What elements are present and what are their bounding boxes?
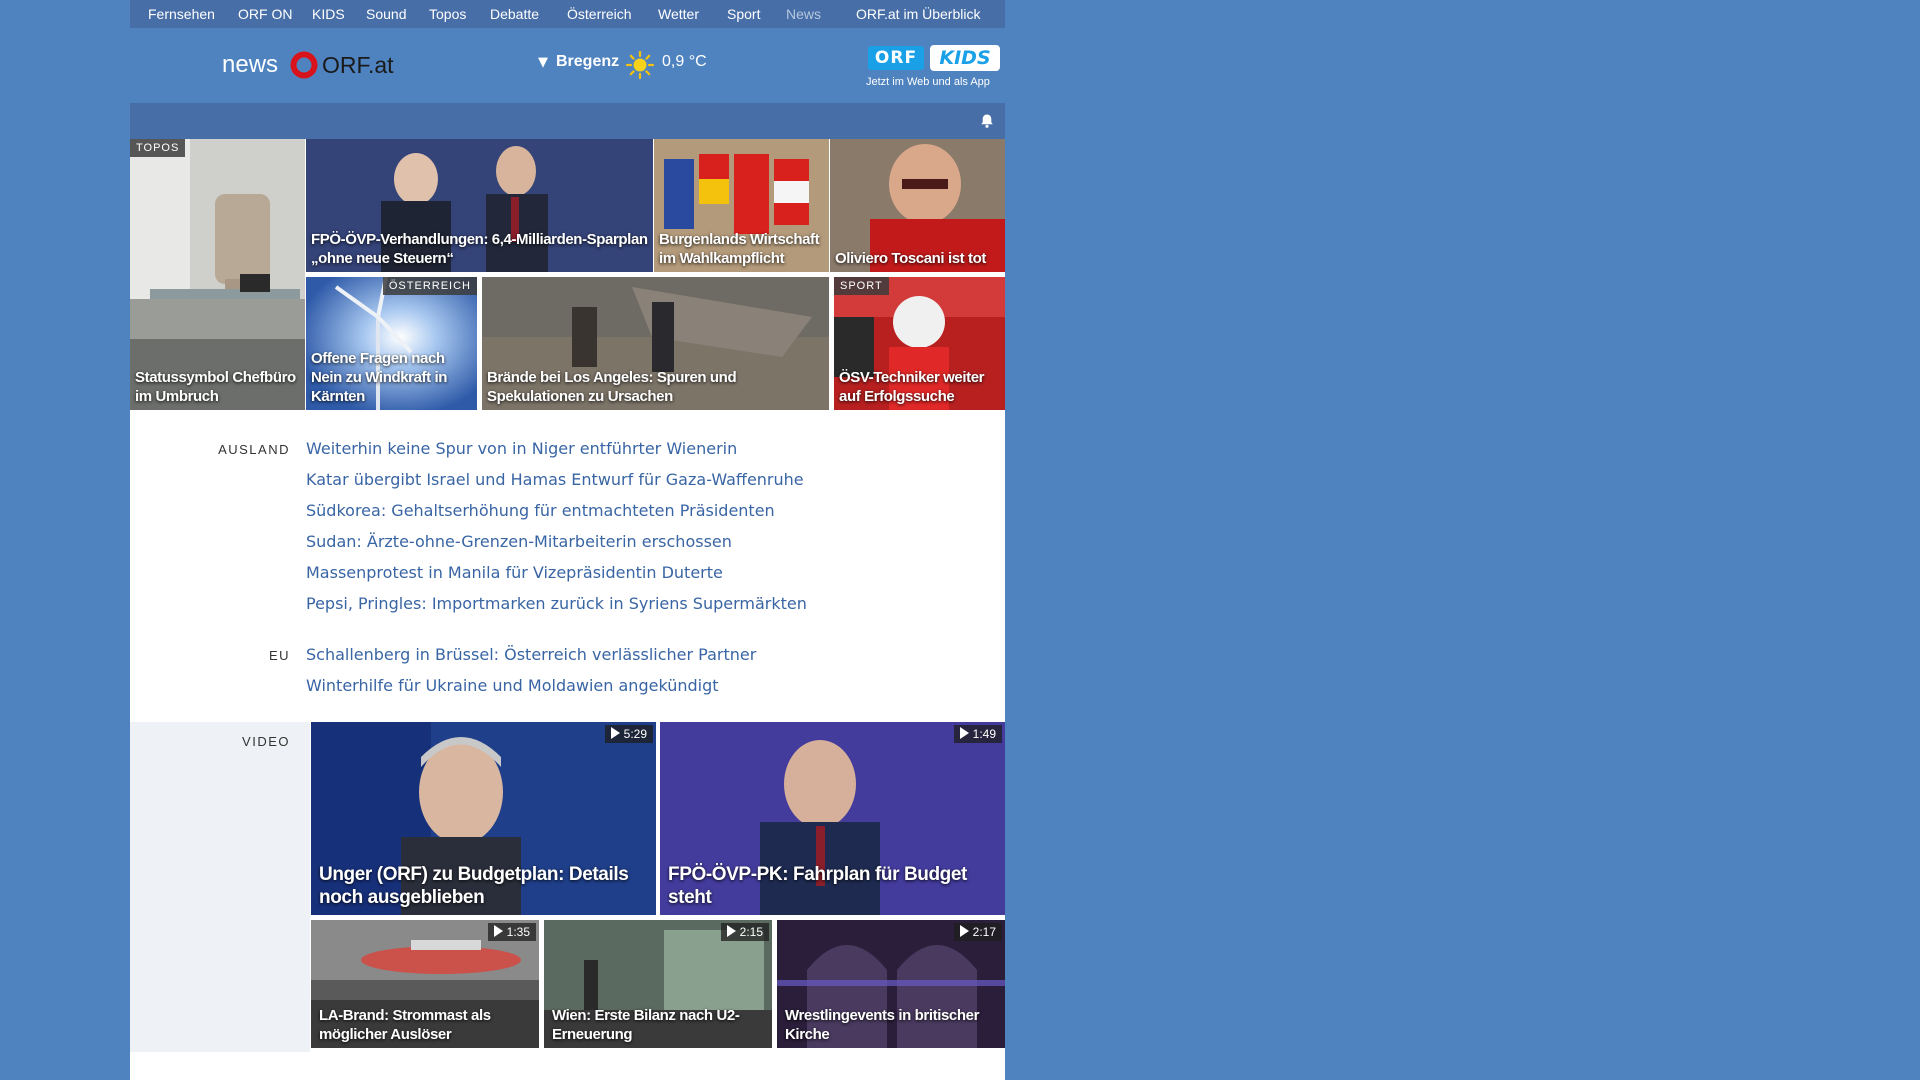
- orf-kids-tagline: Jetzt im Web und als App: [866, 76, 990, 88]
- nav-item-overview[interactable]: ORF.at im Überblick: [856, 6, 980, 22]
- sun-icon: [625, 50, 655, 80]
- headline-link[interactable]: Winterhilfe für Ukraine und Moldawien an…: [306, 676, 719, 695]
- tile-caption: FPÖ-ÖVP-Verhandlungen: 6,4-Milliarden-Sp…: [311, 231, 648, 267]
- nav-item-orf-on[interactable]: ORF ON: [238, 6, 292, 22]
- video-tile[interactable]: 1:49 FPÖ-ÖVP-PK: Fahrplan für Budget ste…: [660, 722, 1005, 915]
- video-duration-text: 1:49: [972, 727, 996, 741]
- weather-temperature: 0,9 °C: [662, 53, 707, 70]
- teaser-tile-windkraft[interactable]: ÖSTERREICH Offene Fragen nach Nein zu Wi…: [306, 277, 477, 410]
- nav-item-kids[interactable]: KIDS: [312, 6, 345, 22]
- tile-caption: Brände bei Los Angeles: Spuren und Speku…: [487, 369, 737, 405]
- play-icon: [493, 925, 503, 937]
- video-tile[interactable]: 2:17 Wrestlingevents in britischer Kirch…: [777, 920, 1005, 1048]
- orf-kids-orf-badge: ORF: [868, 46, 924, 70]
- video-tile[interactable]: 5:29 Unger (ORF) zu Budgetplan: Details …: [311, 722, 656, 915]
- video-duration: 2:15: [720, 923, 769, 941]
- play-icon: [959, 727, 969, 739]
- weather-city: Bregenz: [556, 53, 620, 70]
- nav-item-sound[interactable]: Sound: [366, 6, 406, 22]
- section-label-ausland: AUSLAND: [218, 442, 290, 457]
- orf-kids-kids-badge: KIDS: [930, 45, 1000, 71]
- video-duration: 1:49: [953, 725, 1002, 743]
- section-label-eu: EU: [268, 648, 290, 663]
- bell-icon[interactable]: [979, 113, 995, 129]
- nav-item-news[interactable]: News: [786, 6, 821, 22]
- video-duration: 1:35: [487, 923, 536, 941]
- play-icon: [726, 925, 736, 937]
- teaser-tile-burgenland[interactable]: Burgenlands Wirtschaft im Wahlkampflicht: [654, 139, 829, 272]
- headline-link[interactable]: Südkorea: Gehaltserhöhung für entmachtet…: [306, 501, 775, 520]
- video-duration: 2:17: [953, 923, 1002, 941]
- play-icon: [610, 727, 620, 739]
- nav-item-topos[interactable]: Topos: [429, 6, 466, 22]
- section-label-video: VIDEO: [242, 734, 290, 749]
- logo-orf-text: ORF.at: [322, 52, 394, 78]
- tile-caption: Oliviero Toscani ist tot: [835, 250, 986, 267]
- video-duration-text: 2:17: [972, 925, 996, 939]
- tile-caption: Statussymbol Chefbüro im Umbruch: [135, 369, 296, 405]
- video-tile[interactable]: 1:35 LA-Brand: Strommast als möglicher A…: [311, 920, 539, 1048]
- tile-tag-sport: SPORT: [834, 277, 889, 295]
- nav-item-debatte[interactable]: Debatte: [490, 6, 539, 22]
- top-navigation: Fernsehen ORF ON KIDS Sound Topos Debatt…: [130, 0, 1005, 28]
- teaser-tile-los-angeles[interactable]: Brände bei Los Angeles: Spuren und Speku…: [482, 277, 829, 410]
- tile-tag-oesterreich: ÖSTERREICH: [382, 277, 477, 295]
- nav-item-wetter[interactable]: Wetter: [658, 6, 699, 22]
- orf-ring-icon: [290, 51, 318, 79]
- headline-link[interactable]: Sudan: Ärzte-ohne-Grenzen-Mitarbeiterin …: [306, 532, 732, 551]
- orf-kids-promo[interactable]: ORF KIDS Jetzt im Web und als App: [866, 44, 1006, 94]
- video-caption: Wrestlingevents in britischer Kirche: [785, 1007, 980, 1043]
- video-caption: LA-Brand: Strommast als möglicher Auslös…: [319, 1007, 491, 1043]
- sub-toolbar: [130, 103, 1005, 139]
- video-caption: Unger (ORF) zu Budgetplan: Details noch …: [319, 864, 629, 908]
- site-header: news ORF.at ▼ Bregenz 0,9 °C ORF KIDS Je…: [130, 28, 1005, 103]
- headline-link[interactable]: Schallenberg in Brüssel: Österreich verl…: [306, 645, 756, 664]
- video-caption: FPÖ-ÖVP-PK: Fahrplan für Budget steht: [668, 864, 967, 908]
- tile-caption: ÖSV-Techniker weiter auf Erfolgssuche: [839, 369, 985, 405]
- video-section: VIDEO 5:29 Unger (ORF) zu Budgetplan: De…: [130, 722, 1005, 1052]
- video-duration: 5:29: [604, 725, 653, 743]
- teaser-tile-toscani[interactable]: Oliviero Toscani ist tot: [830, 139, 1005, 272]
- play-icon: [959, 925, 969, 937]
- nav-item-fernsehen[interactable]: Fernsehen: [148, 6, 215, 22]
- page-column: Fernsehen ORF ON KIDS Sound Topos Debatt…: [130, 0, 1005, 1080]
- tile-caption: Burgenlands Wirtschaft im Wahlkampflicht: [659, 231, 820, 267]
- main-content: TOPOS Statussymbol Chefbüro im Umbruch F…: [130, 139, 1005, 1080]
- headline-link[interactable]: Weiterhin keine Spur von in Niger entfüh…: [306, 439, 737, 458]
- tile-tag-topos: TOPOS: [130, 139, 186, 157]
- headline-link[interactable]: Katar übergibt Israel und Hamas Entwurf …: [306, 470, 804, 489]
- nav-item-oesterreich[interactable]: Österreich: [567, 6, 632, 22]
- teaser-tile-oesv[interactable]: SPORT ÖSV-Techniker weiter auf Erfolgssu…: [834, 277, 1005, 410]
- headline-link[interactable]: Massenprotest in Manila für Vizepräsiden…: [306, 563, 723, 582]
- video-duration-text: 1:35: [506, 925, 530, 939]
- chevron-down-icon[interactable]: ▼: [538, 55, 548, 70]
- video-duration-text: 2:15: [739, 925, 763, 939]
- video-caption: Wien: Erste Bilanz nach U2-Erneuerung: [552, 1007, 740, 1043]
- nav-item-sport[interactable]: Sport: [727, 6, 760, 22]
- teaser-tile-chefbuero[interactable]: TOPOS Statussymbol Chefbüro im Umbruch: [130, 139, 305, 410]
- headline-link[interactable]: Pepsi, Pringles: Importmarken zurück in …: [306, 594, 807, 613]
- teaser-tile-fpoe-oevp[interactable]: FPÖ-ÖVP-Verhandlungen: 6,4-Milliarden-Sp…: [306, 139, 653, 272]
- video-duration-text: 5:29: [623, 727, 647, 741]
- logo-news-text: news: [222, 51, 279, 78]
- tile-caption: Offene Fragen nach Nein zu Windkraft in …: [311, 350, 448, 405]
- video-tile[interactable]: 2:15 Wien: Erste Bilanz nach U2-Erneueru…: [544, 920, 772, 1048]
